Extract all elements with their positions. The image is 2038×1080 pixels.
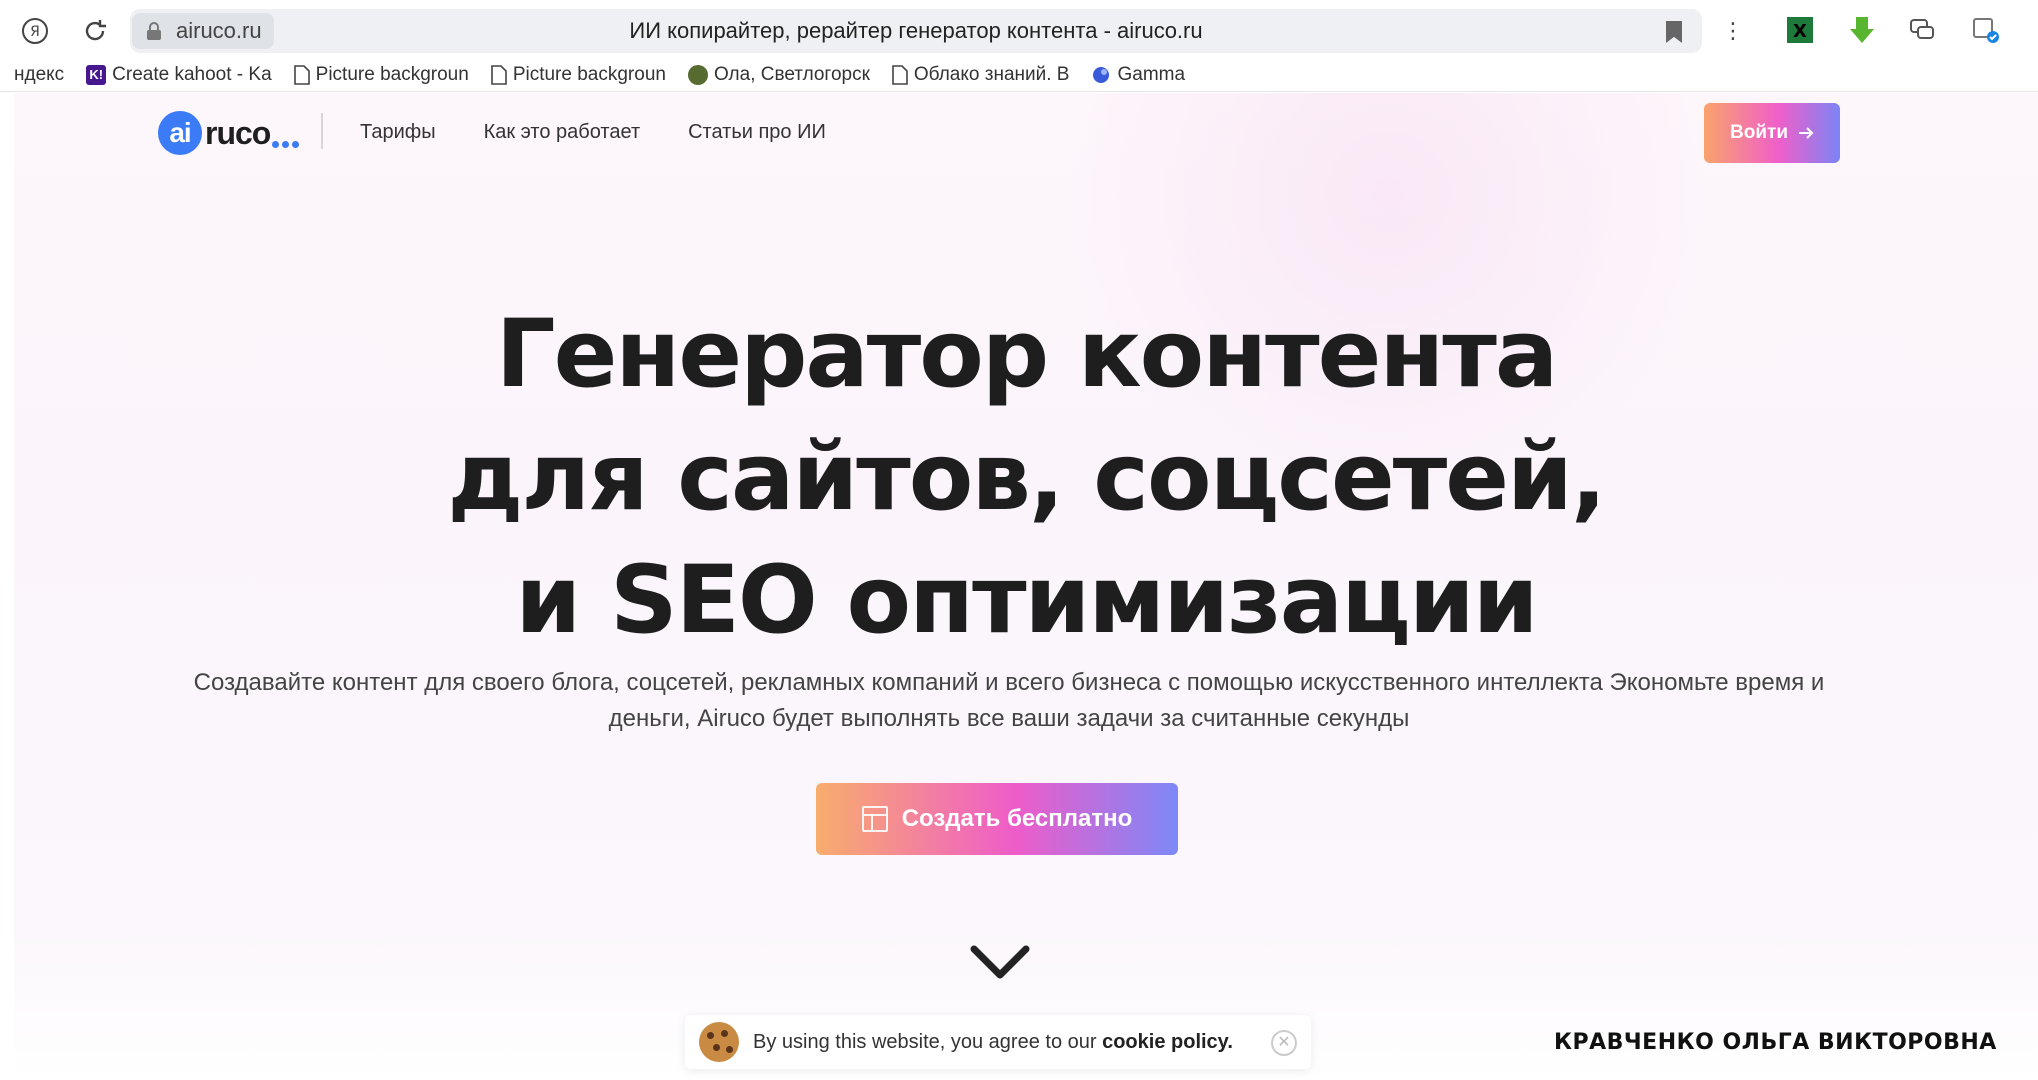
extension-download-icon[interactable] (1844, 12, 1880, 48)
bookmark-item[interactable]: ндекс (14, 64, 64, 86)
author-watermark: КРАВЧЕНКО ОЛЬГА ВИКТОРОВНА (1554, 1030, 1997, 1055)
bookmark-item[interactable]: Gamma (1091, 64, 1185, 86)
bookmark-item[interactable]: K! Create kahoot - Ka (86, 63, 272, 86)
bookmark-item[interactable]: Picture backgroun (491, 64, 666, 86)
bookmark-label: Picture backgroun (512, 63, 666, 85)
login-label: Войти (1730, 122, 1788, 143)
hero-subtitle: Создавайте контент для своего блога, соц… (193, 669, 1825, 732)
nav-divider (321, 113, 323, 149)
main-nav: Тарифы Как это работает Статьи про ИИ (360, 121, 826, 144)
bookmark-label: Gamma (1117, 63, 1186, 85)
logo-text: ruco (205, 114, 271, 151)
bookmark-item[interactable]: Облако знаний. В (892, 63, 1070, 86)
page-icon (892, 64, 908, 85)
extension-screen-icon[interactable] (1968, 12, 2004, 48)
close-icon[interactable]: ✕ (1271, 1030, 1297, 1056)
hero-title-line: и SEO оптимизации (515, 546, 1538, 655)
kahoot-icon: K! (86, 64, 107, 85)
svg-text:X: X (1793, 21, 1807, 42)
hero-title-line: Генератор контента (495, 300, 1559, 409)
hero-title-line: для сайтов, соцсетей, (447, 423, 1606, 532)
tab-title: ИИ копирайтер, рерайтер генератор контен… (629, 18, 1203, 43)
avatar-icon (687, 64, 708, 85)
cookie-banner: By using this website, you agree to our … (685, 1015, 1311, 1069)
website-page: ai ruco Тарифы Как это работает Статьи п… (14, 93, 2038, 1080)
cookie-icon (699, 1022, 739, 1062)
cookie-policy-link[interactable]: cookie policy. (1102, 1031, 1233, 1053)
page-icon (491, 64, 507, 85)
bookmark-label: Create kahoot - Ka (112, 63, 272, 85)
bookmark-label: Ола, Светлогорск (713, 63, 870, 85)
cta-label: Создать бесплатно (901, 805, 1133, 832)
url-chip[interactable]: airuco.ru (132, 13, 274, 49)
bookmarks-bar: ндекс K! Create kahoot - Ka Picture back… (0, 58, 2038, 92)
arrow-right-icon (1799, 127, 1814, 139)
airuco-logo[interactable]: ai ruco (158, 111, 300, 155)
page-icon (293, 64, 310, 85)
bookmark-label: Picture backgroun (315, 63, 469, 85)
chevron-down-icon[interactable] (969, 943, 1031, 981)
bookmark-label: Облако знаний. В (913, 63, 1070, 85)
hero-title: Генератор контента для сайтов, соцсетей,… (14, 293, 2038, 662)
svg-text:Я: Я (30, 24, 40, 40)
reload-icon[interactable] (78, 14, 112, 48)
extension-chat-icon[interactable] (1904, 12, 1940, 48)
site-header: ai ruco Тарифы Как это работает Статьи п… (14, 93, 2038, 173)
nav-link-how-it-works[interactable]: Как это работает (484, 121, 641, 144)
browser-toolbar: Я airuco.ru ИИ копирайтер, рерайтер гене… (0, 0, 2038, 58)
login-button[interactable]: Войти (1704, 103, 1840, 163)
logo-dots (272, 140, 300, 148)
cookie-text: By using this website, you agree to our … (753, 1031, 1233, 1054)
gamma-icon (1093, 66, 1110, 83)
layout-icon (861, 806, 888, 832)
nav-link-articles[interactable]: Статьи про ИИ (688, 121, 826, 144)
bookmark-label: ндекс (14, 63, 65, 85)
menu-dots-icon[interactable]: ⋮ (1716, 14, 1750, 48)
url-text: airuco.ru (176, 18, 262, 43)
bookmark-icon[interactable] (1666, 21, 1682, 43)
extension-excel-icon[interactable]: X (1782, 12, 1818, 48)
bookmark-item[interactable]: Picture backgroun (293, 63, 469, 86)
lock-icon (147, 22, 161, 40)
bookmark-item[interactable]: Ола, Светлогорск (687, 63, 870, 86)
nav-link-pricing[interactable]: Тарифы (360, 121, 436, 144)
logo-mark: ai (158, 111, 202, 155)
cookie-message: By using this website, you agree to our (753, 1030, 1097, 1053)
create-free-button[interactable]: Создать бесплатно (816, 783, 1178, 855)
yandex-browser-icon[interactable]: Я (18, 14, 52, 48)
address-bar[interactable]: airuco.ru ИИ копирайтер, рерайтер генера… (130, 9, 1702, 53)
